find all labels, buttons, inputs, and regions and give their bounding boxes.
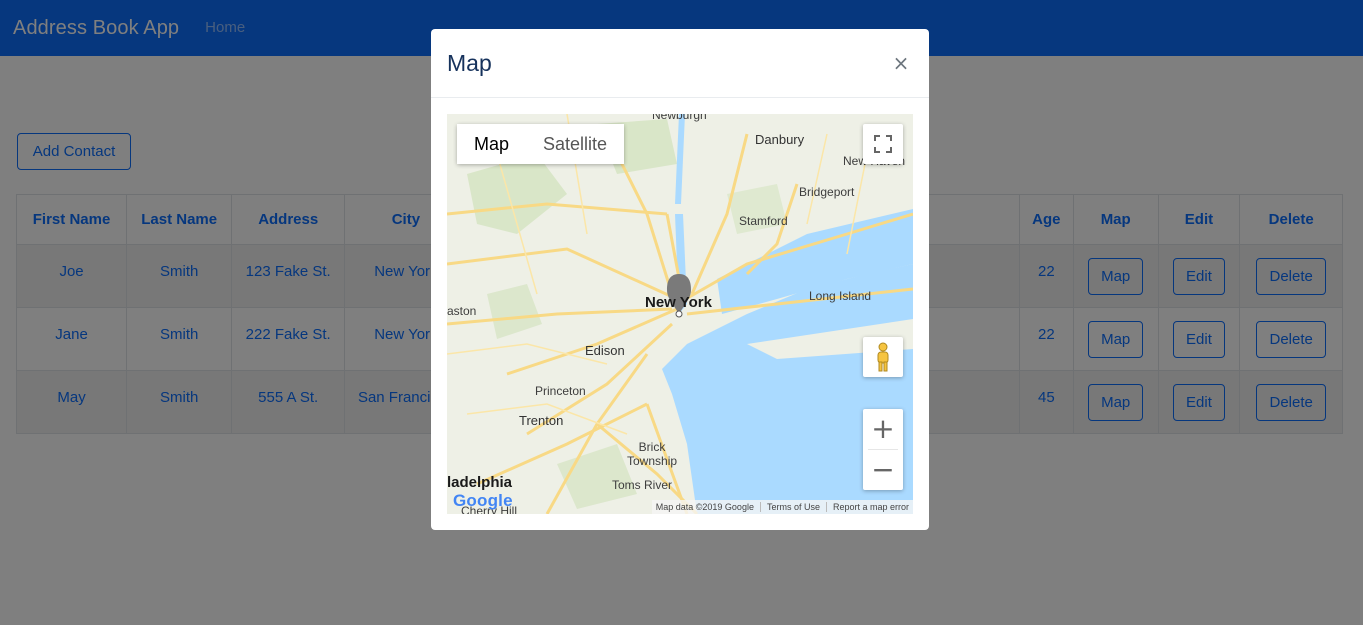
map-view[interactable]: Newburgh Danbury New Haven Bridgeport St… [447,114,913,514]
map-type-map-button[interactable]: Map [457,124,527,164]
report-map-error-link[interactable]: Report a map error [833,502,909,512]
map-label-philadelphia: ladelphia [447,474,513,491]
map-attribution: Map data ©2019 Google Terms of Use Repor… [651,500,913,514]
map-label-edison: Edison [585,343,625,358]
map-data-credit: Map data ©2019 Google [655,502,754,512]
map-type-control: Map Satellite [457,124,625,164]
google-logo-text: Google [453,491,513,510]
google-logo: Google [453,491,513,511]
map-label-toms-river: Toms River [612,478,673,492]
fullscreen-glyph [874,135,892,153]
map-modal: Map × Newburgh Danbury New Bridgeport St… [431,29,929,530]
zoom-in-button[interactable]: + [863,409,903,449]
map-label-brick-township: Brick Township [627,440,678,468]
modal-header: Map × [431,29,929,98]
map-label-danbury: Danbury [755,132,805,147]
map-label-newburgh: Newburgh [652,114,707,122]
attribution-divider [759,502,761,512]
map-label-princeton: Princeton [535,384,586,398]
map-label-long-island: Long Island [809,289,872,303]
zoom-out-button[interactable]: − [863,450,903,490]
pegman-glyph [877,342,889,372]
map-label-easton: aston [447,304,477,318]
map-type-satellite-button[interactable]: Satellite [526,124,625,164]
close-icon[interactable]: × [889,51,913,75]
modal-title: Map [447,49,492,76]
map-label-bridgeport: Bridgeport [799,185,855,199]
map-label-stamford: Stamford [739,214,788,228]
map-label-trenton: Trenton [519,413,564,428]
attribution-divider [825,502,827,512]
map-label-new-york: New York [645,294,712,311]
zoom-control: + − [863,409,903,490]
map-canvas [447,114,913,514]
terms-of-use-link[interactable]: Terms of Use [767,502,820,512]
street-view-pegman-icon[interactable] [863,337,903,377]
fullscreen-icon[interactable] [863,124,903,164]
